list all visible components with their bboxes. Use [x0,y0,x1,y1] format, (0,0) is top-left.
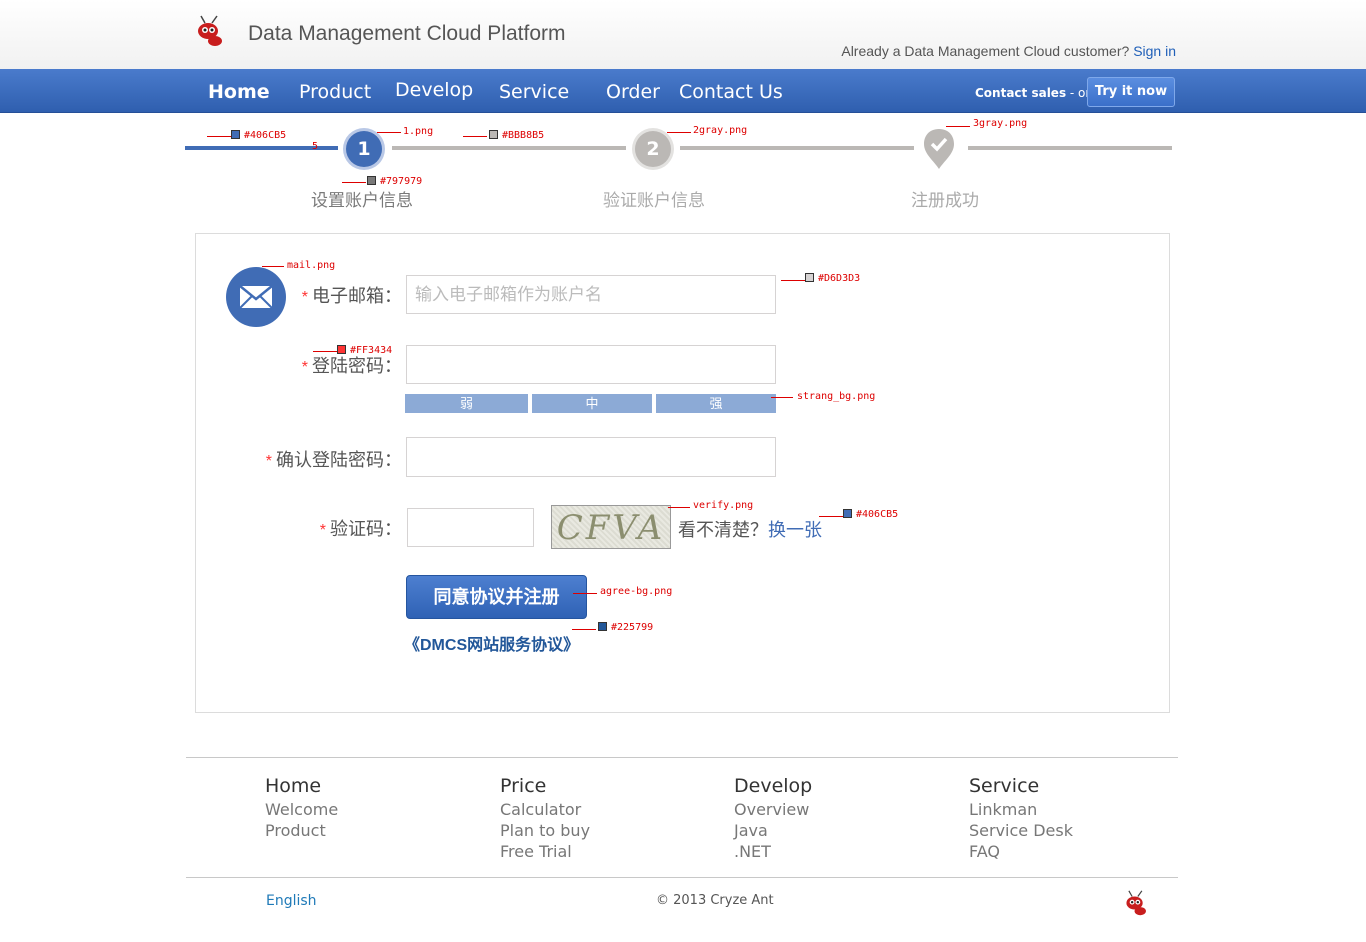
annot-label-color: #797979 [367,176,422,187]
annot-five: 5 [312,141,319,152]
language-link[interactable]: English [266,893,317,909]
annot-line-color: #406CB5 [231,130,286,141]
progress-line-2 [392,146,626,150]
captcha-image[interactable]: CFVA [551,505,671,549]
annot-step2-icon: 2gray.png [693,125,748,136]
footer-col-title: Home [265,775,322,797]
annot-leader [463,136,487,137]
annot-step3-icon: 3gray.png [973,118,1028,129]
strength-strong: 强 [656,394,776,413]
sign-in-link[interactable]: Sign in [1133,43,1176,59]
footer-link[interactable]: Java [734,820,812,841]
try-it-now-button[interactable]: Try it now [1087,77,1175,107]
captcha-refresh: 看不清楚？换一张 [678,516,822,542]
top-header: Data Management Cloud Platform Already a… [0,0,1366,69]
footer-col-home: Home Welcome Product [265,774,338,841]
nav-product[interactable]: Product [299,81,371,103]
annot-leader [668,507,690,508]
annot-leader [819,516,843,517]
footer-link[interactable]: Linkman [969,799,1073,820]
step-1-label: 设置账户信息 [311,191,413,210]
footer-link[interactable]: Service Desk [969,820,1073,841]
annot-required-color: #FF3434 [337,345,392,356]
annot-leader [667,132,691,133]
step-2-circle: 2 [635,131,671,167]
strength-weak: 弱 [405,394,528,413]
annot-step1-icon: 1.png [403,126,434,137]
annot-leader [781,280,805,281]
service-agreement-link[interactable]: 《DMCS网站服务协议》 [404,631,579,655]
footer-col-develop: Develop Overview Java .NET [734,774,812,862]
change-captcha-link[interactable]: 换一张 [768,520,822,540]
annot-link-color: #406CB5 [843,509,898,520]
signin-line: Already a Data Management Cloud customer… [841,43,1176,59]
footer-divider-top [186,757,1178,758]
annot-agree-bg: agree-bg.png [600,586,673,597]
annot-strength-bg: strang_bg.png [797,391,876,402]
confirm-password-input[interactable] [406,437,776,477]
annot-leader [207,136,231,137]
footer-col-price: Price Calculator Plan to buy Free Trial [500,774,590,862]
agree-register-button[interactable]: 同意协议并注册 [406,575,587,619]
nav-contact-us[interactable]: Contact Us [679,81,783,103]
main-nav: Home Product Develop Service Order Conta… [0,69,1366,113]
annot-leader [573,593,597,594]
mail-icon [226,267,286,327]
footer-link[interactable]: Calculator [500,799,590,820]
annot-protocol-color: #225799 [598,622,653,633]
annot-leader [342,182,366,183]
annot-leader [262,266,284,267]
contact-sales-link[interactable]: Contact sales [975,86,1066,100]
annot-leader [771,397,793,398]
captcha-input[interactable] [407,508,534,547]
site-title: Data Management Cloud Platform [248,22,566,45]
step-2-label: 验证账户信息 [603,191,705,210]
nav-order[interactable]: Order [606,81,660,103]
captcha-label: * 验证码： [319,519,402,539]
step-3-label: 注册成功 [911,191,979,210]
footer-divider-bottom [186,877,1178,878]
footer-link[interactable]: .NET [734,841,812,862]
ant-logo-icon[interactable] [195,14,227,48]
password-input[interactable] [406,345,776,384]
annot-inactive-line: #BBB8B5 [489,130,544,141]
nav-home[interactable]: Home [208,81,270,103]
email-input[interactable]: 输入电子邮箱作为账户名 [406,275,776,314]
footer-col-service: Service Linkman Service Desk FAQ [969,774,1073,862]
progress-line-3 [680,146,914,150]
annot-leader [313,351,337,352]
footer-link[interactable]: Free Trial [500,841,590,862]
annot-leader [377,132,401,133]
step-3-check-pin-icon [924,129,954,169]
footer-link[interactable]: Welcome [265,799,338,820]
step-1-circle: 1 [346,131,382,167]
strength-medium: 中 [532,394,652,413]
footer-link[interactable]: Overview [734,799,812,820]
customer-prompt: Already a Data Management Cloud customer… [841,43,1130,59]
footer-col-title: Service [969,775,1040,797]
email-label: * 电子邮箱： [301,286,402,306]
footer-col-title: Develop [734,775,813,797]
ant-logo-icon [1126,890,1146,916]
annot-mail-icon: mail.png [287,260,336,271]
copyright: © 2013 Cryze Ant [656,893,774,908]
footer-link[interactable]: FAQ [969,841,1073,862]
progress-line-4 [968,146,1172,150]
footer-link[interactable]: Plan to buy [500,820,590,841]
confirm-password-label: * 确认登陆密码： [265,450,402,470]
annot-leader [572,629,596,630]
annot-verify-img: verify.png [693,500,754,511]
footer-link[interactable]: Product [265,820,338,841]
annot-leader [946,126,970,127]
footer-col-title: Price [500,775,547,797]
unclear-text: 看不清楚？ [678,520,768,540]
nav-develop[interactable]: Develop [395,79,473,101]
annot-input-border: #D6D3D3 [805,273,860,284]
nav-service[interactable]: Service [499,81,569,103]
contact-sales: Contact sales - or - [975,86,1098,100]
